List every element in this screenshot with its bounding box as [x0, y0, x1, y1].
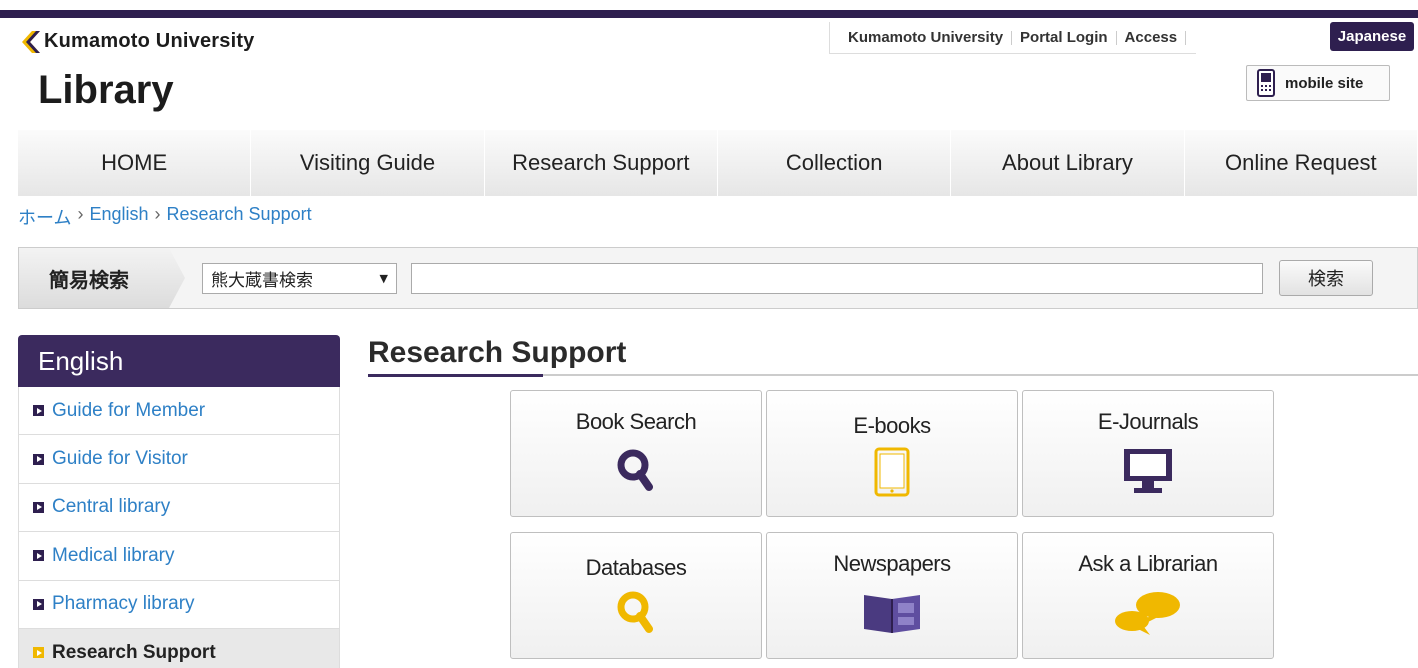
search-tab-label: 簡易検索 — [19, 248, 185, 308]
title-accent-line — [368, 374, 543, 377]
breadcrumb-current[interactable]: Research Support — [167, 204, 312, 230]
tile-label: E-Journals — [1097, 409, 1199, 434]
sidebar-item-label: Guide for Member — [52, 399, 206, 421]
sidebar: English Guide for Member Guide for Visit… — [18, 335, 340, 668]
tile-label: Databases — [585, 555, 687, 580]
sidebar-item-guide-for-visitor[interactable]: Guide for Visitor — [18, 435, 340, 484]
nav-collection[interactable]: Collection — [717, 130, 952, 196]
breadcrumb: ホーム › English › Research Support — [18, 204, 312, 230]
search-button[interactable]: 検索 — [1279, 260, 1373, 296]
sidebar-item-pharmacy-library[interactable]: Pharmacy library — [18, 580, 340, 629]
utility-links: Kumamoto University Portal Login Access — [829, 22, 1197, 54]
sidebar-item-medical-library[interactable]: Medical library — [18, 532, 340, 581]
sidebar-item-label: Medical library — [52, 544, 175, 566]
bullet-arrow-icon — [33, 405, 44, 417]
tile-label: Book Search — [575, 409, 697, 434]
tile-label: E-books — [853, 413, 931, 438]
sidebar-item-research-support[interactable]: Research Support — [18, 628, 340, 668]
sidebar-heading: English — [18, 335, 340, 387]
dropdown-arrow-icon: ▼ — [379, 272, 388, 285]
tile-book-search[interactable]: Book Search — [510, 390, 762, 517]
tile-newspapers[interactable]: Newspapers — [766, 532, 1018, 659]
breadcrumb-separator: › — [154, 204, 161, 224]
tile-label: Ask a Librarian — [1078, 551, 1218, 576]
university-name: Kumamoto University — [44, 30, 255, 52]
monitor-icon — [1124, 449, 1172, 493]
nav-home[interactable]: HOME — [18, 130, 252, 196]
search-input[interactable] — [411, 263, 1263, 294]
search-scope-select[interactable]: 熊大蔵書検索 ▼ — [202, 263, 397, 294]
newspaper-icon — [864, 595, 920, 633]
nav-online-request[interactable]: Online Request — [1184, 130, 1418, 196]
chevron-left-icon — [22, 30, 40, 53]
magnifier-icon — [617, 449, 653, 491]
page-title: Research Support — [368, 336, 627, 369]
language-button[interactable]: Japanese — [1330, 22, 1414, 51]
sidebar-item-label: Pharmacy library — [52, 593, 195, 615]
top-accent-bar — [0, 10, 1418, 18]
divider — [1185, 30, 1187, 45]
util-link-access[interactable]: Access — [1117, 29, 1186, 46]
tile-e-books[interactable]: E-books — [766, 390, 1018, 517]
util-link-portal-login[interactable]: Portal Login — [1012, 29, 1116, 46]
tile-ask-a-librarian[interactable]: Ask a Librarian — [1022, 532, 1274, 659]
sidebar-item-label: Guide for Visitor — [52, 448, 188, 470]
tile-databases[interactable]: Databases — [510, 532, 762, 659]
tile-label: Newspapers — [833, 551, 951, 576]
bullet-arrow-icon — [33, 453, 44, 465]
breadcrumb-separator: › — [77, 204, 84, 224]
library-name: Library — [38, 68, 174, 112]
mobile-site-button[interactable]: mobile site — [1246, 65, 1390, 101]
sidebar-item-label: Research Support — [52, 641, 216, 663]
sidebar-item-label: Central library — [52, 496, 171, 518]
tablet-icon — [874, 447, 910, 497]
site-logo[interactable]: Kumamoto University Library — [22, 30, 255, 112]
quick-search-bar: 簡易検索 熊大蔵書検索 ▼ 検索 — [18, 247, 1418, 309]
bullet-arrow-icon — [33, 598, 44, 610]
breadcrumb-english[interactable]: English — [89, 204, 148, 230]
sidebar-item-guide-for-member[interactable]: Guide for Member — [18, 387, 340, 436]
nav-about-library[interactable]: About Library — [951, 130, 1185, 196]
speech-bubbles-icon — [1115, 592, 1180, 635]
sidebar-item-central-library[interactable]: Central library — [18, 483, 340, 533]
magnifier-icon — [617, 591, 653, 633]
mobile-phone-icon — [1257, 69, 1275, 97]
util-link-university[interactable]: Kumamoto University — [840, 29, 1011, 46]
tile-e-journals[interactable]: E-Journals — [1022, 390, 1274, 517]
nav-visiting-guide[interactable]: Visiting Guide — [251, 130, 485, 196]
bullet-arrow-icon — [33, 550, 44, 562]
main-navigation: HOME Visiting Guide Research Support Col… — [18, 130, 1418, 196]
mobile-site-label: mobile site — [1285, 74, 1364, 92]
bullet-arrow-icon — [33, 501, 44, 513]
search-scope-value: 熊大蔵書検索 — [211, 271, 313, 291]
bullet-arrow-icon — [33, 647, 44, 659]
nav-research-support[interactable]: Research Support — [484, 130, 718, 196]
breadcrumb-home[interactable]: ホーム — [18, 204, 71, 230]
